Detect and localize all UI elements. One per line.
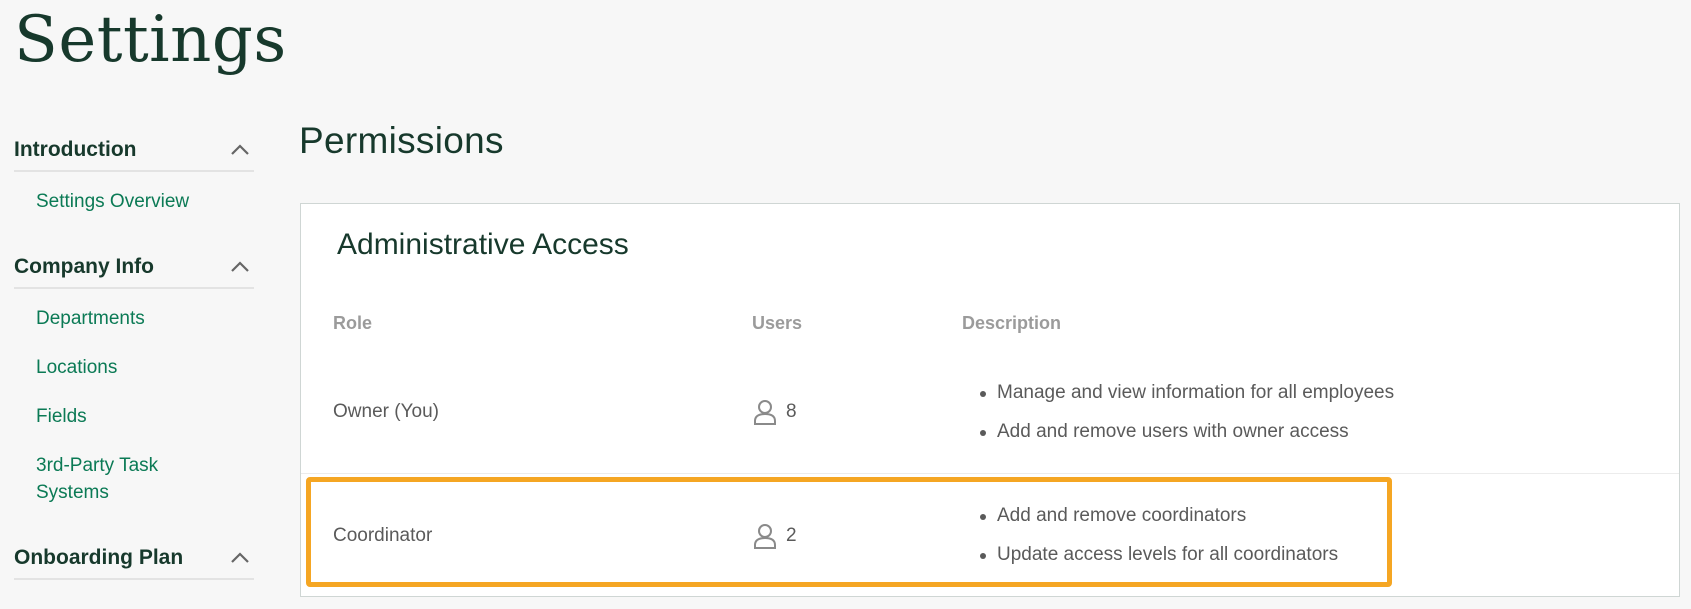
sidebar-section-company-info: Company Info Departments Locations Field… bbox=[14, 247, 254, 538]
row-divider bbox=[301, 473, 1679, 474]
description-item: Add and remove coordinators bbox=[977, 504, 1338, 528]
sidebar-sublist: Departments Locations Fields 3rd-Party T… bbox=[14, 289, 254, 538]
card-title: Administrative Access bbox=[337, 228, 629, 261]
sidebar-section-onboarding-plan: Onboarding Plan bbox=[14, 538, 254, 580]
sidebar-section-title: Onboarding Plan bbox=[14, 546, 184, 569]
sidebar-section-header-introduction[interactable]: Introduction bbox=[14, 130, 254, 172]
sidebar-item-settings-overview[interactable]: Settings Overview bbox=[36, 188, 254, 215]
sidebar-item-3rd-party-task-systems[interactable]: 3rd-Party Task Systems bbox=[36, 452, 196, 506]
chevron-up-icon[interactable] bbox=[228, 546, 252, 570]
chevron-up-icon[interactable] bbox=[228, 138, 252, 162]
column-header-role: Role bbox=[333, 313, 373, 333]
sidebar-item-fields[interactable]: Fields bbox=[36, 403, 254, 430]
user-icon bbox=[754, 524, 776, 549]
user-count-value: 8 bbox=[786, 401, 797, 422]
description-item: Update access levels for all coordinator… bbox=[977, 543, 1338, 567]
section-title-permissions: Permissions bbox=[299, 120, 504, 161]
role-description-list: Add and remove coordinators Update acces… bbox=[977, 504, 1338, 582]
role-name: Coordinator bbox=[333, 525, 433, 546]
column-header-users: Users bbox=[752, 313, 803, 333]
sidebar-section-title: Company Info bbox=[14, 255, 154, 278]
sidebar-item-locations[interactable]: Locations bbox=[36, 354, 254, 381]
role-name: Owner (You) bbox=[333, 401, 439, 422]
administrative-access-card: Administrative Access Role Users Descrip… bbox=[300, 203, 1680, 597]
user-icon bbox=[754, 400, 776, 425]
description-item: Manage and view information for all empl… bbox=[977, 381, 1394, 405]
user-count[interactable]: 2 bbox=[753, 523, 797, 549]
settings-sidebar: Introduction Settings Overview Company I… bbox=[14, 130, 254, 580]
sidebar-item-departments[interactable]: Departments bbox=[36, 305, 254, 332]
user-count[interactable]: 8 bbox=[753, 399, 797, 425]
sidebar-section-header-company-info[interactable]: Company Info bbox=[14, 247, 254, 289]
sidebar-section-header-onboarding-plan[interactable]: Onboarding Plan bbox=[14, 538, 254, 580]
sidebar-sublist: Settings Overview bbox=[14, 172, 254, 247]
chevron-up-icon[interactable] bbox=[228, 255, 252, 279]
column-header-description: Description bbox=[962, 313, 1062, 333]
page-title: Settings bbox=[14, 3, 287, 77]
sidebar-section-introduction: Introduction Settings Overview bbox=[14, 130, 254, 247]
user-count-value: 2 bbox=[786, 525, 797, 546]
sidebar-section-title: Introduction bbox=[14, 138, 137, 161]
role-description-list: Manage and view information for all empl… bbox=[977, 381, 1394, 459]
description-item: Add and remove users with owner access bbox=[977, 420, 1394, 444]
